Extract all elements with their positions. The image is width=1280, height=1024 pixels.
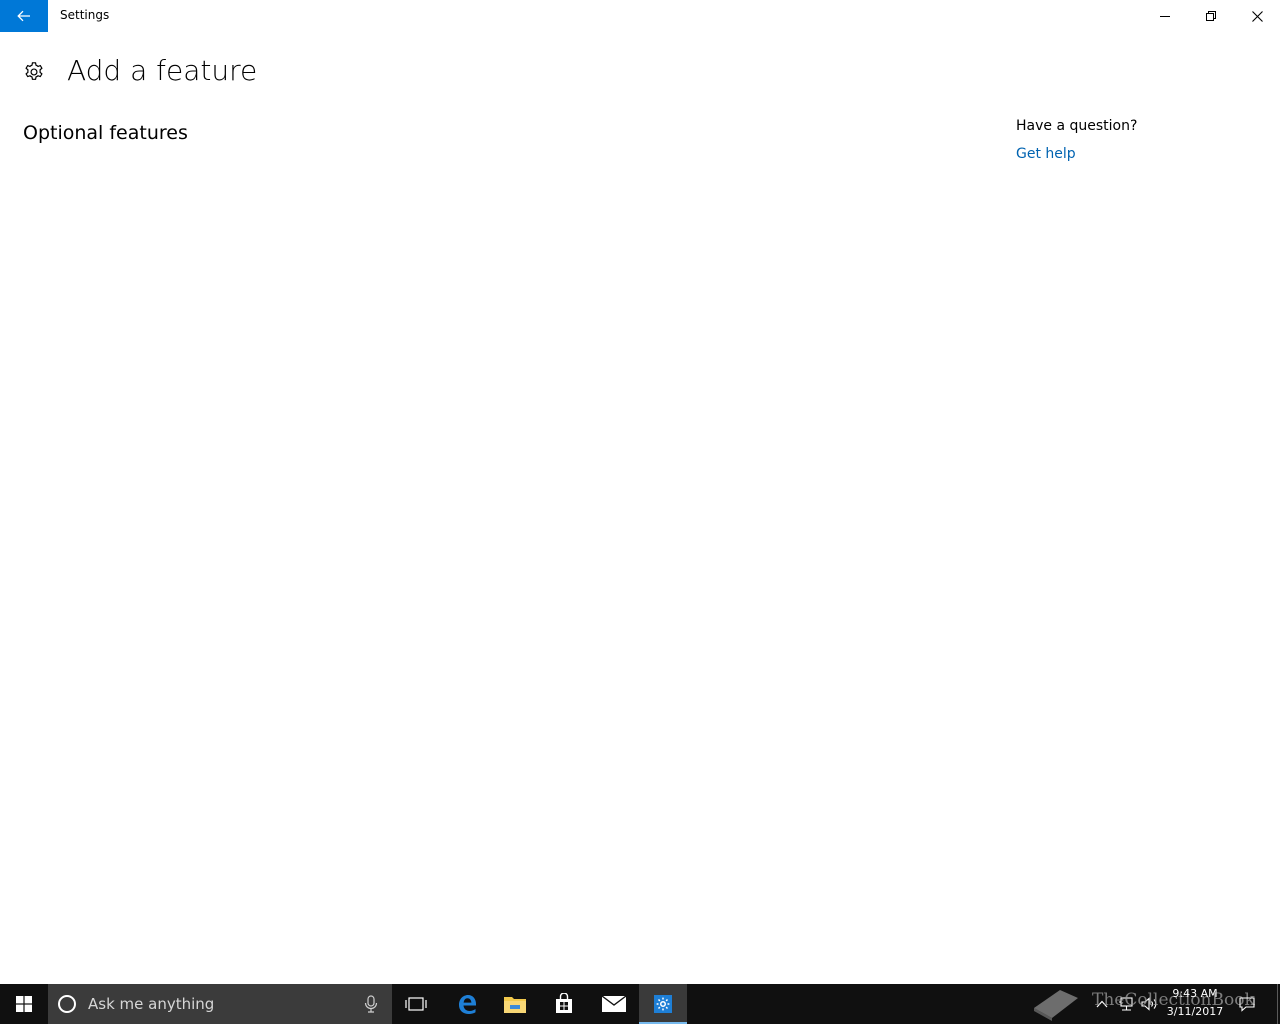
file-explorer-button[interactable] (491, 984, 539, 1024)
mail-button[interactable] (590, 984, 638, 1024)
show-desktop-button[interactable] (1274, 984, 1280, 1024)
gear-icon (25, 62, 43, 80)
restore-icon (1206, 11, 1216, 21)
show-desktop-divider (1276, 984, 1278, 1024)
microphone-icon[interactable] (364, 995, 378, 1013)
task-view-button[interactable] (392, 984, 440, 1024)
close-button[interactable] (1234, 0, 1280, 32)
network-button[interactable] (1115, 984, 1137, 1024)
show-hidden-icons-button[interactable] (1092, 984, 1112, 1024)
page-title: Add a feature (67, 54, 258, 87)
close-icon (1251, 10, 1263, 22)
search-placeholder: Ask me anything (88, 995, 215, 1013)
back-arrow-icon (17, 10, 30, 22)
settings-taskbar-button[interactable] (639, 984, 687, 1024)
cortana-icon (58, 995, 76, 1013)
minimize-button[interactable] (1142, 0, 1188, 32)
book-icon (1034, 990, 1078, 1021)
store-icon (556, 993, 572, 1013)
mail-icon (601, 995, 627, 1012)
restore-button[interactable] (1188, 0, 1234, 32)
help-question: Have a question? (1016, 118, 1138, 134)
clock-time[interactable]: 9:43 AM (1160, 987, 1230, 1000)
edge-icon (459, 995, 476, 1014)
clock-date[interactable]: 3/11/2017 (1160, 1005, 1230, 1018)
file-explorer-icon (504, 997, 526, 1013)
window-title: Settings (60, 8, 110, 22)
back-button[interactable] (0, 0, 48, 32)
taskbar: Ask me anything TheCollectionBook 9:43 A… (0, 984, 1280, 1024)
search-box[interactable]: Ask me anything (48, 984, 392, 1024)
store-button[interactable] (540, 984, 588, 1024)
section-title: Optional features (23, 122, 188, 144)
get-help-link[interactable]: Get help (1016, 146, 1076, 162)
volume-button[interactable] (1139, 984, 1161, 1024)
start-button[interactable] (0, 984, 48, 1024)
notification-icon (1239, 997, 1255, 1012)
edge-button[interactable] (443, 984, 491, 1024)
settings-window: Settings Add a feature Optional features… (0, 0, 1280, 1024)
chevron-up-icon (1096, 1000, 1108, 1008)
task-view-icon (405, 997, 427, 1011)
action-center-button[interactable] (1236, 984, 1258, 1024)
title-bar: Settings (0, 0, 1280, 32)
network-icon (1119, 997, 1133, 1011)
volume-icon (1141, 997, 1157, 1011)
minimize-icon (1160, 16, 1170, 17)
windows-logo-icon (16, 996, 32, 1012)
settings-icon (654, 995, 672, 1013)
